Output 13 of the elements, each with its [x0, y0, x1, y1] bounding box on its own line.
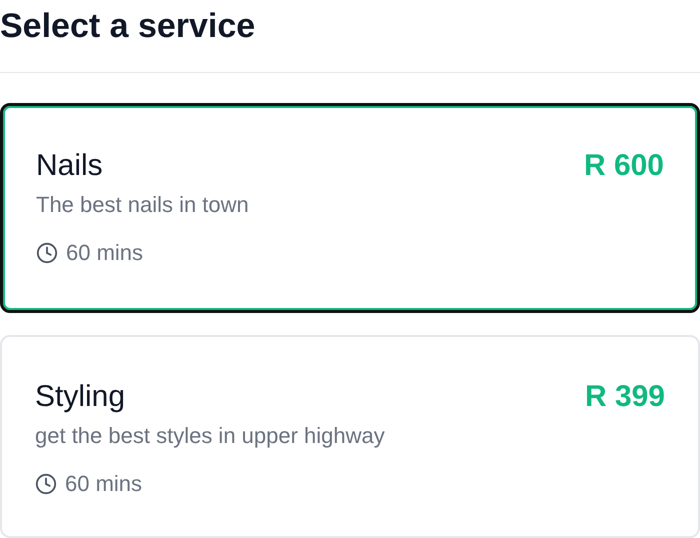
service-card[interactable]: Nails R 600 The best nails in town 60 mins — [0, 103, 700, 313]
service-name: Nails — [36, 148, 103, 184]
clock-icon — [35, 473, 57, 495]
clock-icon — [36, 242, 58, 264]
service-description: get the best styles in upper highway — [35, 422, 385, 450]
service-card[interactable]: Styling R 399 get the best styles in upper highway 60 mins — [0, 335, 700, 538]
service-name: Styling — [35, 379, 126, 415]
service-description: The best nails in town — [36, 191, 249, 219]
service-price: R 600 — [584, 148, 664, 184]
service-duration: 60 mins — [65, 470, 142, 498]
page-title: Select a service — [0, 6, 256, 47]
service-duration: 60 mins — [66, 239, 144, 267]
service-price: R 399 — [584, 379, 665, 415]
